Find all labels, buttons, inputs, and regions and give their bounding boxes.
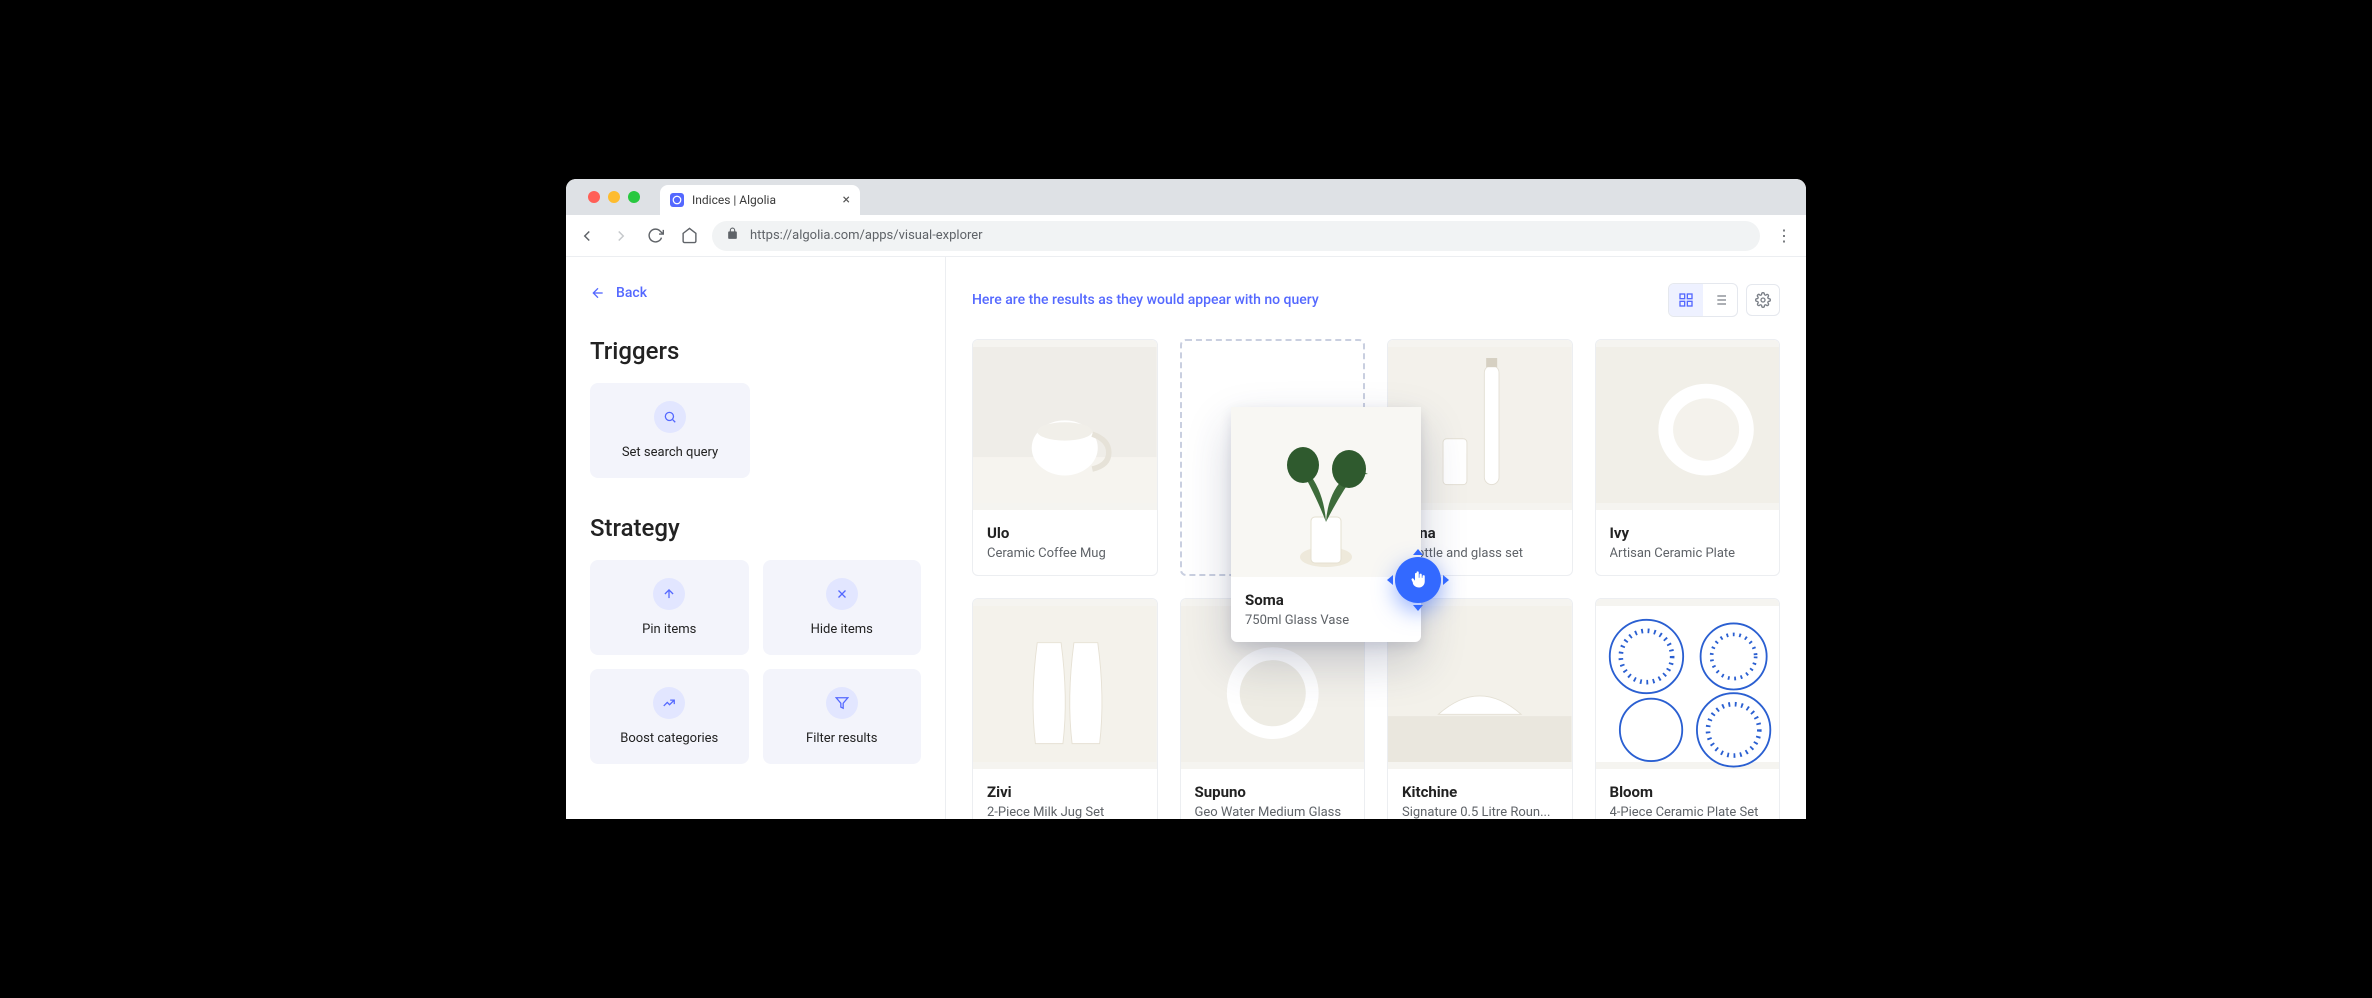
- product-title: Yona: [1402, 524, 1558, 542]
- product-title: Zivi: [987, 783, 1143, 801]
- product-subtitle: Signature 0.5 Litre Roun...: [1402, 805, 1558, 819]
- product-title: Bloom: [1610, 783, 1766, 801]
- nav-forward-button[interactable]: [610, 225, 632, 247]
- product-title: Ulo: [987, 524, 1143, 542]
- results-hint: Here are the results as they would appea…: [972, 292, 1319, 308]
- strategy-card-pin-items[interactable]: Pin items: [590, 560, 749, 655]
- product-image: [1596, 340, 1780, 510]
- pointer-hand-icon: [1409, 571, 1427, 589]
- chevron-left-icon: [1387, 575, 1393, 585]
- triggers-heading: Triggers: [590, 337, 921, 365]
- filter-icon: [826, 687, 858, 719]
- window-maximize-button[interactable]: [628, 191, 640, 203]
- tab-bar: Indices | Algolia ×: [566, 179, 1806, 215]
- product-card[interactable]: Bloom 4-Piece Ceramic Plate Set: [1595, 598, 1781, 819]
- product-image: [973, 599, 1157, 769]
- product-subtitle: Geo Water Medium Glass: [1195, 805, 1351, 819]
- list-view-button[interactable]: [1703, 284, 1737, 316]
- browser-menu-button[interactable]: ⋮: [1772, 226, 1796, 245]
- window-close-button[interactable]: [588, 191, 600, 203]
- strategy-card-boost-categories[interactable]: Boost categories: [590, 669, 749, 764]
- strategy-card-label: Filter results: [806, 731, 877, 746]
- nav-home-button[interactable]: [678, 225, 700, 247]
- product-subtitle: Artisan Ceramic Plate: [1610, 546, 1766, 561]
- nav-back-button[interactable]: [576, 225, 598, 247]
- grid-view-button[interactable]: [1669, 284, 1703, 316]
- close-icon: [826, 578, 858, 610]
- product-card[interactable]: Ivy Artisan Ceramic Plate: [1595, 339, 1781, 576]
- back-link[interactable]: Back: [590, 285, 921, 301]
- sidebar: Back Triggers Set search query Strategy …: [566, 257, 946, 819]
- view-mode-toggle: [1668, 283, 1738, 317]
- strategy-card-filter-results[interactable]: Filter results: [763, 669, 922, 764]
- product-title: Supuno: [1195, 783, 1351, 801]
- product-image: [973, 340, 1157, 510]
- main-panel: Here are the results as they would appea…: [946, 257, 1806, 819]
- lock-icon: [726, 227, 740, 244]
- dragging-product-card[interactable]: Soma 750ml Glass Vase: [1231, 407, 1421, 642]
- tab-title: Indices | Algolia: [692, 193, 776, 207]
- product-subtitle: 4-Piece Ceramic Plate Set: [1610, 805, 1766, 819]
- product-title: Ivy: [1610, 524, 1766, 542]
- trigger-card-search-query[interactable]: Set search query: [590, 383, 750, 478]
- chevron-up-icon: [1413, 549, 1423, 555]
- browser-tab[interactable]: Indices | Algolia ×: [660, 185, 860, 215]
- product-subtitle: Ceramic Coffee Mug: [987, 546, 1143, 561]
- chevron-down-icon: [1413, 605, 1423, 611]
- product-image: [1596, 599, 1780, 769]
- strategy-card-label: Hide items: [811, 622, 873, 637]
- product-title: Soma: [1245, 591, 1407, 609]
- address-bar[interactable]: https://algolia.com/apps/visual-explorer: [712, 221, 1760, 251]
- arrow-up-icon: [653, 578, 685, 610]
- product-subtitle: 2-Piece Milk Jug Set: [987, 805, 1143, 819]
- browser-toolbar: https://algolia.com/apps/visual-explorer…: [566, 215, 1806, 257]
- trigger-card-label: Set search query: [622, 445, 718, 460]
- trend-up-icon: [653, 687, 685, 719]
- nav-reload-button[interactable]: [644, 225, 666, 247]
- url-text: https://algolia.com/apps/visual-explorer: [750, 228, 983, 243]
- search-icon: [654, 401, 686, 433]
- drag-handle[interactable]: [1395, 557, 1441, 603]
- product-title: Kitchine: [1402, 783, 1558, 801]
- strategy-card-label: Boost categories: [620, 731, 718, 746]
- strategy-card-hide-items[interactable]: Hide items: [763, 560, 922, 655]
- product-card[interactable]: Zivi 2-Piece Milk Jug Set: [972, 598, 1158, 819]
- product-card[interactable]: Ulo Ceramic Coffee Mug: [972, 339, 1158, 576]
- favicon-icon: [670, 193, 684, 207]
- chevron-right-icon: [1443, 575, 1449, 585]
- strategy-heading: Strategy: [590, 514, 921, 542]
- strategy-card-label: Pin items: [642, 622, 696, 637]
- tab-close-button[interactable]: ×: [843, 192, 850, 208]
- product-image: [1231, 407, 1421, 577]
- back-link-label: Back: [616, 285, 647, 301]
- window-controls: [578, 179, 650, 215]
- product-subtitle: 750ml Glass Vase: [1245, 613, 1407, 628]
- browser-window: Indices | Algolia × https://algolia.com/…: [566, 179, 1806, 819]
- app-body: Back Triggers Set search query Strategy …: [566, 257, 1806, 819]
- settings-button[interactable]: [1746, 284, 1780, 316]
- window-minimize-button[interactable]: [608, 191, 620, 203]
